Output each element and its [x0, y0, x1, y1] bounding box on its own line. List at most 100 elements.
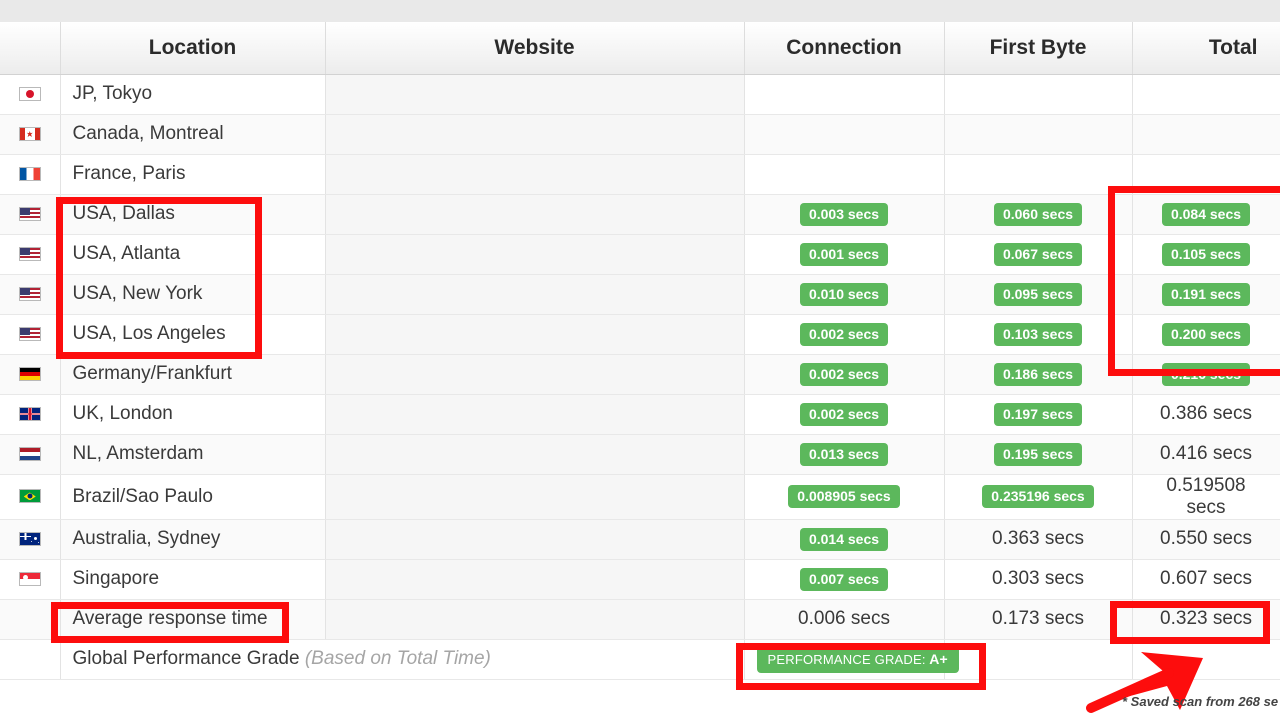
timing-badge: 0.008905 secs	[788, 485, 900, 508]
connection-cell	[744, 74, 945, 115]
table-row[interactable]: NL, Amsterdam 0.013 secs 0.195 secs 0.416 s…	[0, 434, 1280, 475]
table-row[interactable]: Australia, Sydney 0.014 secs 0.363 secs 0.5…	[0, 519, 1280, 560]
timing-value: 0.173 secs	[992, 608, 1084, 629]
total-cell	[1132, 114, 1280, 155]
timing-badge: 0.105 secs	[1161, 242, 1251, 266]
location-name-cell: Average response time	[60, 599, 326, 640]
website-cell	[325, 154, 745, 195]
timing-badge: 0.195 secs	[993, 442, 1083, 466]
location-name-cell: UK, London	[60, 394, 326, 435]
table-row[interactable]: USA, New York 0.010 secs 0.095 secs 0.191 s…	[0, 274, 1280, 315]
location-name-cell: Brazil/Sao Paulo	[60, 474, 326, 520]
first-byte-cell: 0.235196 secs	[944, 474, 1133, 520]
timing-badge: 0.001 secs	[799, 242, 889, 266]
location-flag-cell	[0, 559, 61, 600]
connection-cell: 0.002 secs	[744, 394, 945, 435]
website-cell	[325, 74, 745, 115]
timing-badge: 0.002 secs	[799, 402, 889, 426]
grade-row-empty-first-byte	[944, 639, 1133, 680]
location-flag-cell	[0, 434, 61, 475]
timing-value: 0.323 secs	[1160, 608, 1252, 629]
flag-france-icon	[18, 166, 41, 181]
performance-results-table: Location Website Connection First Byte T…	[0, 22, 1280, 680]
connection-cell: 0.013 secs	[744, 434, 945, 475]
table-row[interactable]: UK, London 0.002 secs 0.197 secs 0.386 secs	[0, 394, 1280, 435]
timing-value: 0.519508 secs	[1166, 474, 1246, 518]
table-row[interactable]: Singapore 0.007 secs 0.303 secs 0.607 secs	[0, 559, 1280, 600]
location-flag-cell	[0, 274, 61, 315]
timing-badge: 0.200 secs	[1161, 322, 1251, 346]
table-row[interactable]: Brazil/Sao Paulo 0.008905 secs 0.235196 se…	[0, 474, 1280, 520]
first-byte-cell: 0.103 secs	[944, 314, 1133, 355]
flag-usa-icon	[18, 326, 41, 341]
first-byte-cell: 0.197 secs	[944, 394, 1133, 435]
column-header-location[interactable]: Location	[60, 22, 326, 75]
timing-badge: 0.095 secs	[993, 282, 1083, 306]
connection-cell: 0.007 secs	[744, 559, 945, 600]
grade-row-empty-total	[1132, 639, 1280, 680]
timing-value: 0.303 secs	[992, 568, 1084, 589]
connection-cell: 0.002 secs	[744, 354, 945, 395]
grade-row-label-cell: Global Performance Grade (Based on Total…	[60, 639, 745, 680]
location-name-cell: Singapore	[60, 559, 326, 600]
table-row[interactable]: Average response time 0.006 secs 0.173 sec…	[0, 599, 1280, 640]
website-cell	[325, 234, 745, 275]
location-name-cell: USA, Dallas	[60, 194, 326, 235]
column-header-total[interactable]: Total	[1132, 22, 1280, 75]
first-byte-cell: 0.173 secs	[944, 599, 1133, 640]
total-cell: 0.386 secs	[1132, 394, 1280, 435]
first-byte-cell: 0.363 secs	[944, 519, 1133, 560]
column-header-connection[interactable]: Connection	[744, 22, 945, 75]
table-header-row: Location Website Connection First Byte T…	[0, 22, 1280, 75]
timing-badge: 0.014 secs	[799, 527, 889, 551]
timing-badge: 0.197 secs	[993, 402, 1083, 426]
location-name-cell: France, Paris	[60, 154, 326, 195]
table-body: JP, Tokyo Canada, Montreal France, Paris US…	[0, 74, 1280, 680]
table-row[interactable]: USA, Dallas 0.003 secs 0.060 secs 0.084 sec…	[0, 194, 1280, 235]
table-row[interactable]: Canada, Montreal	[0, 114, 1280, 155]
connection-cell: 0.010 secs	[744, 274, 945, 315]
location-name-cell: Australia, Sydney	[60, 519, 326, 560]
grade-row-spacer	[0, 639, 61, 680]
location-name-cell: USA, Atlanta	[60, 234, 326, 275]
first-byte-cell: 0.195 secs	[944, 434, 1133, 475]
first-byte-cell: 0.067 secs	[944, 234, 1133, 275]
first-byte-cell: 0.095 secs	[944, 274, 1133, 315]
total-cell: 0.105 secs	[1132, 234, 1280, 275]
website-cell	[325, 194, 745, 235]
website-cell	[325, 599, 745, 640]
location-flag-cell	[0, 234, 61, 275]
website-cell	[325, 474, 745, 520]
timing-badge: 0.060 secs	[993, 202, 1083, 226]
column-header-flag[interactable]	[0, 22, 61, 75]
total-cell: 0.416 secs	[1132, 434, 1280, 475]
flag-japan-icon	[18, 86, 41, 101]
total-cell: 0.200 secs	[1132, 314, 1280, 355]
website-cell	[325, 114, 745, 155]
total-cell: 0.323 secs	[1132, 599, 1280, 640]
column-header-website[interactable]: Website	[325, 22, 745, 75]
connection-cell: 0.002 secs	[744, 314, 945, 355]
column-header-first-byte[interactable]: First Byte	[944, 22, 1133, 75]
timing-value: 0.607 secs	[1160, 568, 1252, 589]
flag-uk-icon	[18, 406, 41, 421]
location-name-cell: USA, New York	[60, 274, 326, 315]
timing-badge: 0.186 secs	[993, 362, 1083, 386]
website-cell	[325, 434, 745, 475]
table-row[interactable]: France, Paris	[0, 154, 1280, 195]
timing-badge: 0.103 secs	[993, 322, 1083, 346]
first-byte-cell: 0.303 secs	[944, 559, 1133, 600]
timing-badge: 0.003 secs	[799, 202, 889, 226]
website-cell	[325, 394, 745, 435]
table-row[interactable]: JP, Tokyo	[0, 74, 1280, 115]
total-cell: 0.191 secs	[1132, 274, 1280, 315]
timing-value: 0.550 secs	[1160, 528, 1252, 549]
location-name-cell: NL, Amsterdam	[60, 434, 326, 475]
location-flag-cell	[0, 194, 61, 235]
table-row[interactable]: USA, Atlanta 0.001 secs 0.067 secs 0.105 se…	[0, 234, 1280, 275]
location-flag-cell	[0, 74, 61, 115]
table-row[interactable]: USA, Los Angeles 0.002 secs 0.103 secs 0.20…	[0, 314, 1280, 355]
table-row[interactable]: Germany/Frankfurt 0.002 secs 0.186 secs 0.2…	[0, 354, 1280, 395]
location-name-cell: USA, Los Angeles	[60, 314, 326, 355]
timing-value: 0.416 secs	[1160, 443, 1252, 464]
